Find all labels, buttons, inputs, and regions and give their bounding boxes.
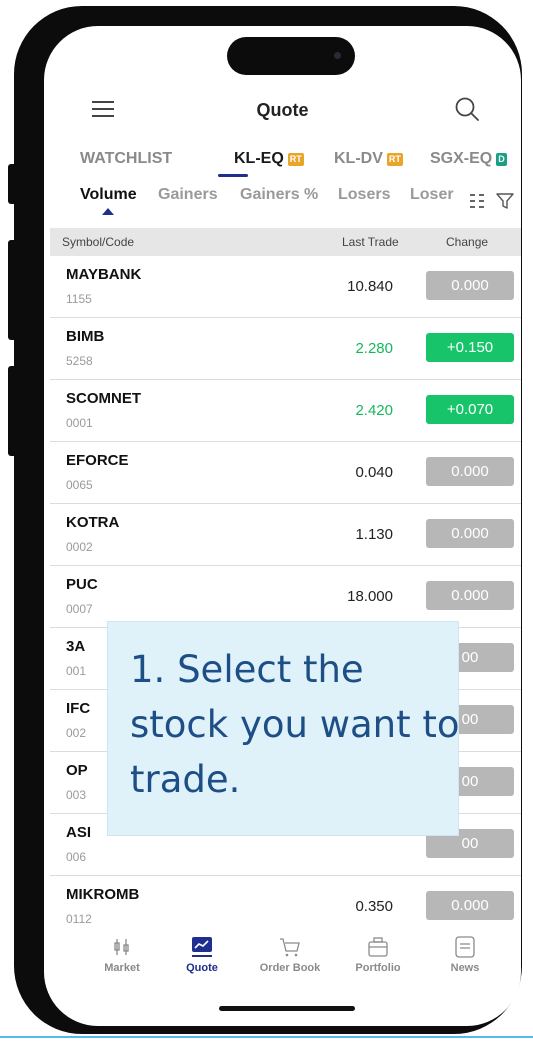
row-code: 5258	[66, 354, 93, 368]
tab-kl-eq[interactable]: KL-EQ RT	[234, 150, 304, 168]
delayed-badge: D	[496, 152, 507, 166]
column-header-change: Change	[446, 235, 489, 249]
row-code: 002	[66, 726, 87, 740]
nav-label: News	[450, 962, 480, 974]
column-header-symbol: Symbol/Code	[62, 235, 135, 249]
table-header: Symbol/Code Last Trade Change	[50, 228, 521, 256]
sort-tab-gainers[interactable]: Gainers	[158, 186, 218, 204]
row-symbol: SCOMNET	[66, 390, 141, 407]
nav-order-book[interactable]: Order Book	[250, 936, 330, 974]
row-code: 003	[66, 788, 87, 802]
home-indicator	[219, 1006, 355, 1011]
row-code: 1155	[66, 292, 92, 306]
app-header: Quote	[44, 86, 521, 136]
phone-frame: Quote WATCHLIST KL-EQ RT KL-DV RT SGX-EQ…	[14, 6, 522, 1034]
market-icon	[114, 939, 129, 955]
sort-tabs: Volume Gainers Gainers % Losers Loser	[80, 186, 520, 216]
active-tab-underline	[218, 174, 248, 177]
row-last-trade: 2.420	[355, 402, 393, 419]
tab-label: KL-DV	[334, 150, 383, 167]
sort-tab-losers[interactable]: Losers	[338, 186, 390, 204]
row-symbol: OP	[66, 762, 88, 779]
bottom-navigation: Market Quote Order Book Portfolio News	[44, 936, 521, 996]
realtime-badge: RT	[287, 152, 304, 166]
row-last-trade: 0.350	[355, 898, 393, 915]
row-change-badge: 0.000	[426, 271, 514, 300]
row-change-badge: +0.070	[426, 395, 514, 424]
row-last-trade: 10.840	[347, 278, 393, 295]
row-symbol: KOTRA	[66, 514, 120, 531]
row-last-trade: 0.040	[355, 464, 393, 481]
cart-icon	[280, 938, 300, 957]
row-change-badge: 0.000	[426, 457, 514, 486]
row-symbol: IFC	[66, 700, 91, 717]
dynamic-island	[227, 37, 355, 75]
row-last-trade: 18.000	[347, 588, 393, 605]
row-symbol: MAYBANK	[66, 266, 142, 283]
sort-tab-losers-percent[interactable]: Loser	[410, 186, 466, 204]
row-code: 0002	[66, 540, 93, 554]
nav-label: Quote	[186, 962, 218, 974]
nav-quote[interactable]: Quote	[162, 936, 242, 974]
instruction-text: 1. Select the stock you want to trade.	[130, 648, 460, 801]
table-row[interactable]: MIKROMB 0112 0.350 0.000	[50, 876, 521, 937]
tab-label: WATCHLIST	[80, 150, 173, 167]
news-icon	[455, 936, 475, 958]
table-row[interactable]: PUC 0007 18.000 0.000	[50, 566, 521, 628]
row-code: 001	[66, 664, 87, 678]
row-code: 0001	[66, 416, 93, 430]
row-symbol: PUC	[66, 576, 98, 593]
active-sort-indicator	[102, 208, 114, 215]
camera-dot	[334, 52, 341, 59]
sort-tab-gainers-percent[interactable]: Gainers %	[240, 186, 318, 204]
tab-label: SGX-EQ	[430, 150, 493, 167]
row-code: 006	[66, 850, 87, 864]
nav-label: Portfolio	[355, 962, 401, 974]
table-row[interactable]: SCOMNET 0001 2.420 +0.070	[50, 380, 521, 442]
row-symbol: BIMB	[66, 328, 105, 345]
row-code: 0065	[66, 478, 93, 492]
tab-watchlist[interactable]: WATCHLIST	[80, 150, 172, 168]
row-symbol: EFORCE	[66, 452, 129, 469]
nav-portfolio[interactable]: Portfolio	[338, 936, 418, 974]
row-code: 0112	[66, 912, 92, 926]
bottom-rule	[0, 1036, 533, 1038]
instruction-callout: 1. Select the stock you want to trade.	[107, 621, 460, 836]
briefcase-icon	[368, 937, 388, 957]
phone-screen: Quote WATCHLIST KL-EQ RT KL-DV RT SGX-EQ…	[44, 26, 521, 1026]
row-last-trade: 2.280	[355, 340, 393, 357]
table-row[interactable]: MAYBANK 1155 10.840 0.000	[50, 256, 521, 318]
row-change-badge: +0.150	[426, 333, 514, 362]
table-row[interactable]: KOTRA 0002 1.130 0.000	[50, 504, 521, 566]
tab-sgx-eq[interactable]: SGX-EQ D	[430, 150, 507, 168]
row-last-trade: 1.130	[355, 526, 393, 543]
search-icon[interactable]	[454, 96, 480, 122]
grid-view-icon[interactable]	[470, 193, 486, 209]
exchange-tabs: WATCHLIST KL-EQ RT KL-DV RT SGX-EQ D	[80, 150, 520, 180]
filter-icon[interactable]	[496, 192, 514, 210]
tab-kl-dv[interactable]: KL-DV RT	[334, 150, 403, 168]
column-header-last-trade: Last Trade	[342, 235, 399, 249]
row-change-badge: 0.000	[426, 519, 514, 548]
nav-label: Order Book	[259, 962, 321, 974]
row-code: 0007	[66, 602, 93, 616]
sort-tab-volume[interactable]: Volume	[80, 186, 137, 204]
row-symbol: 3A	[66, 638, 86, 655]
row-symbol: ASI	[66, 824, 92, 841]
page-title: Quote	[256, 100, 309, 120]
row-change-badge: 0.000	[426, 891, 514, 920]
table-row[interactable]: EFORCE 0065 0.040 0.000	[50, 442, 521, 504]
nav-label: Market	[104, 962, 140, 974]
row-symbol: MIKROMB	[66, 886, 140, 903]
table-row[interactable]: BIMB 5258 2.280 +0.150	[50, 318, 521, 380]
quote-chart-icon	[192, 937, 212, 957]
realtime-badge: RT	[386, 152, 403, 166]
nav-news[interactable]: News	[425, 936, 505, 974]
row-change-badge: 0.000	[426, 581, 514, 610]
nav-market[interactable]: Market	[82, 936, 162, 974]
tab-label: KL-EQ	[234, 150, 284, 167]
